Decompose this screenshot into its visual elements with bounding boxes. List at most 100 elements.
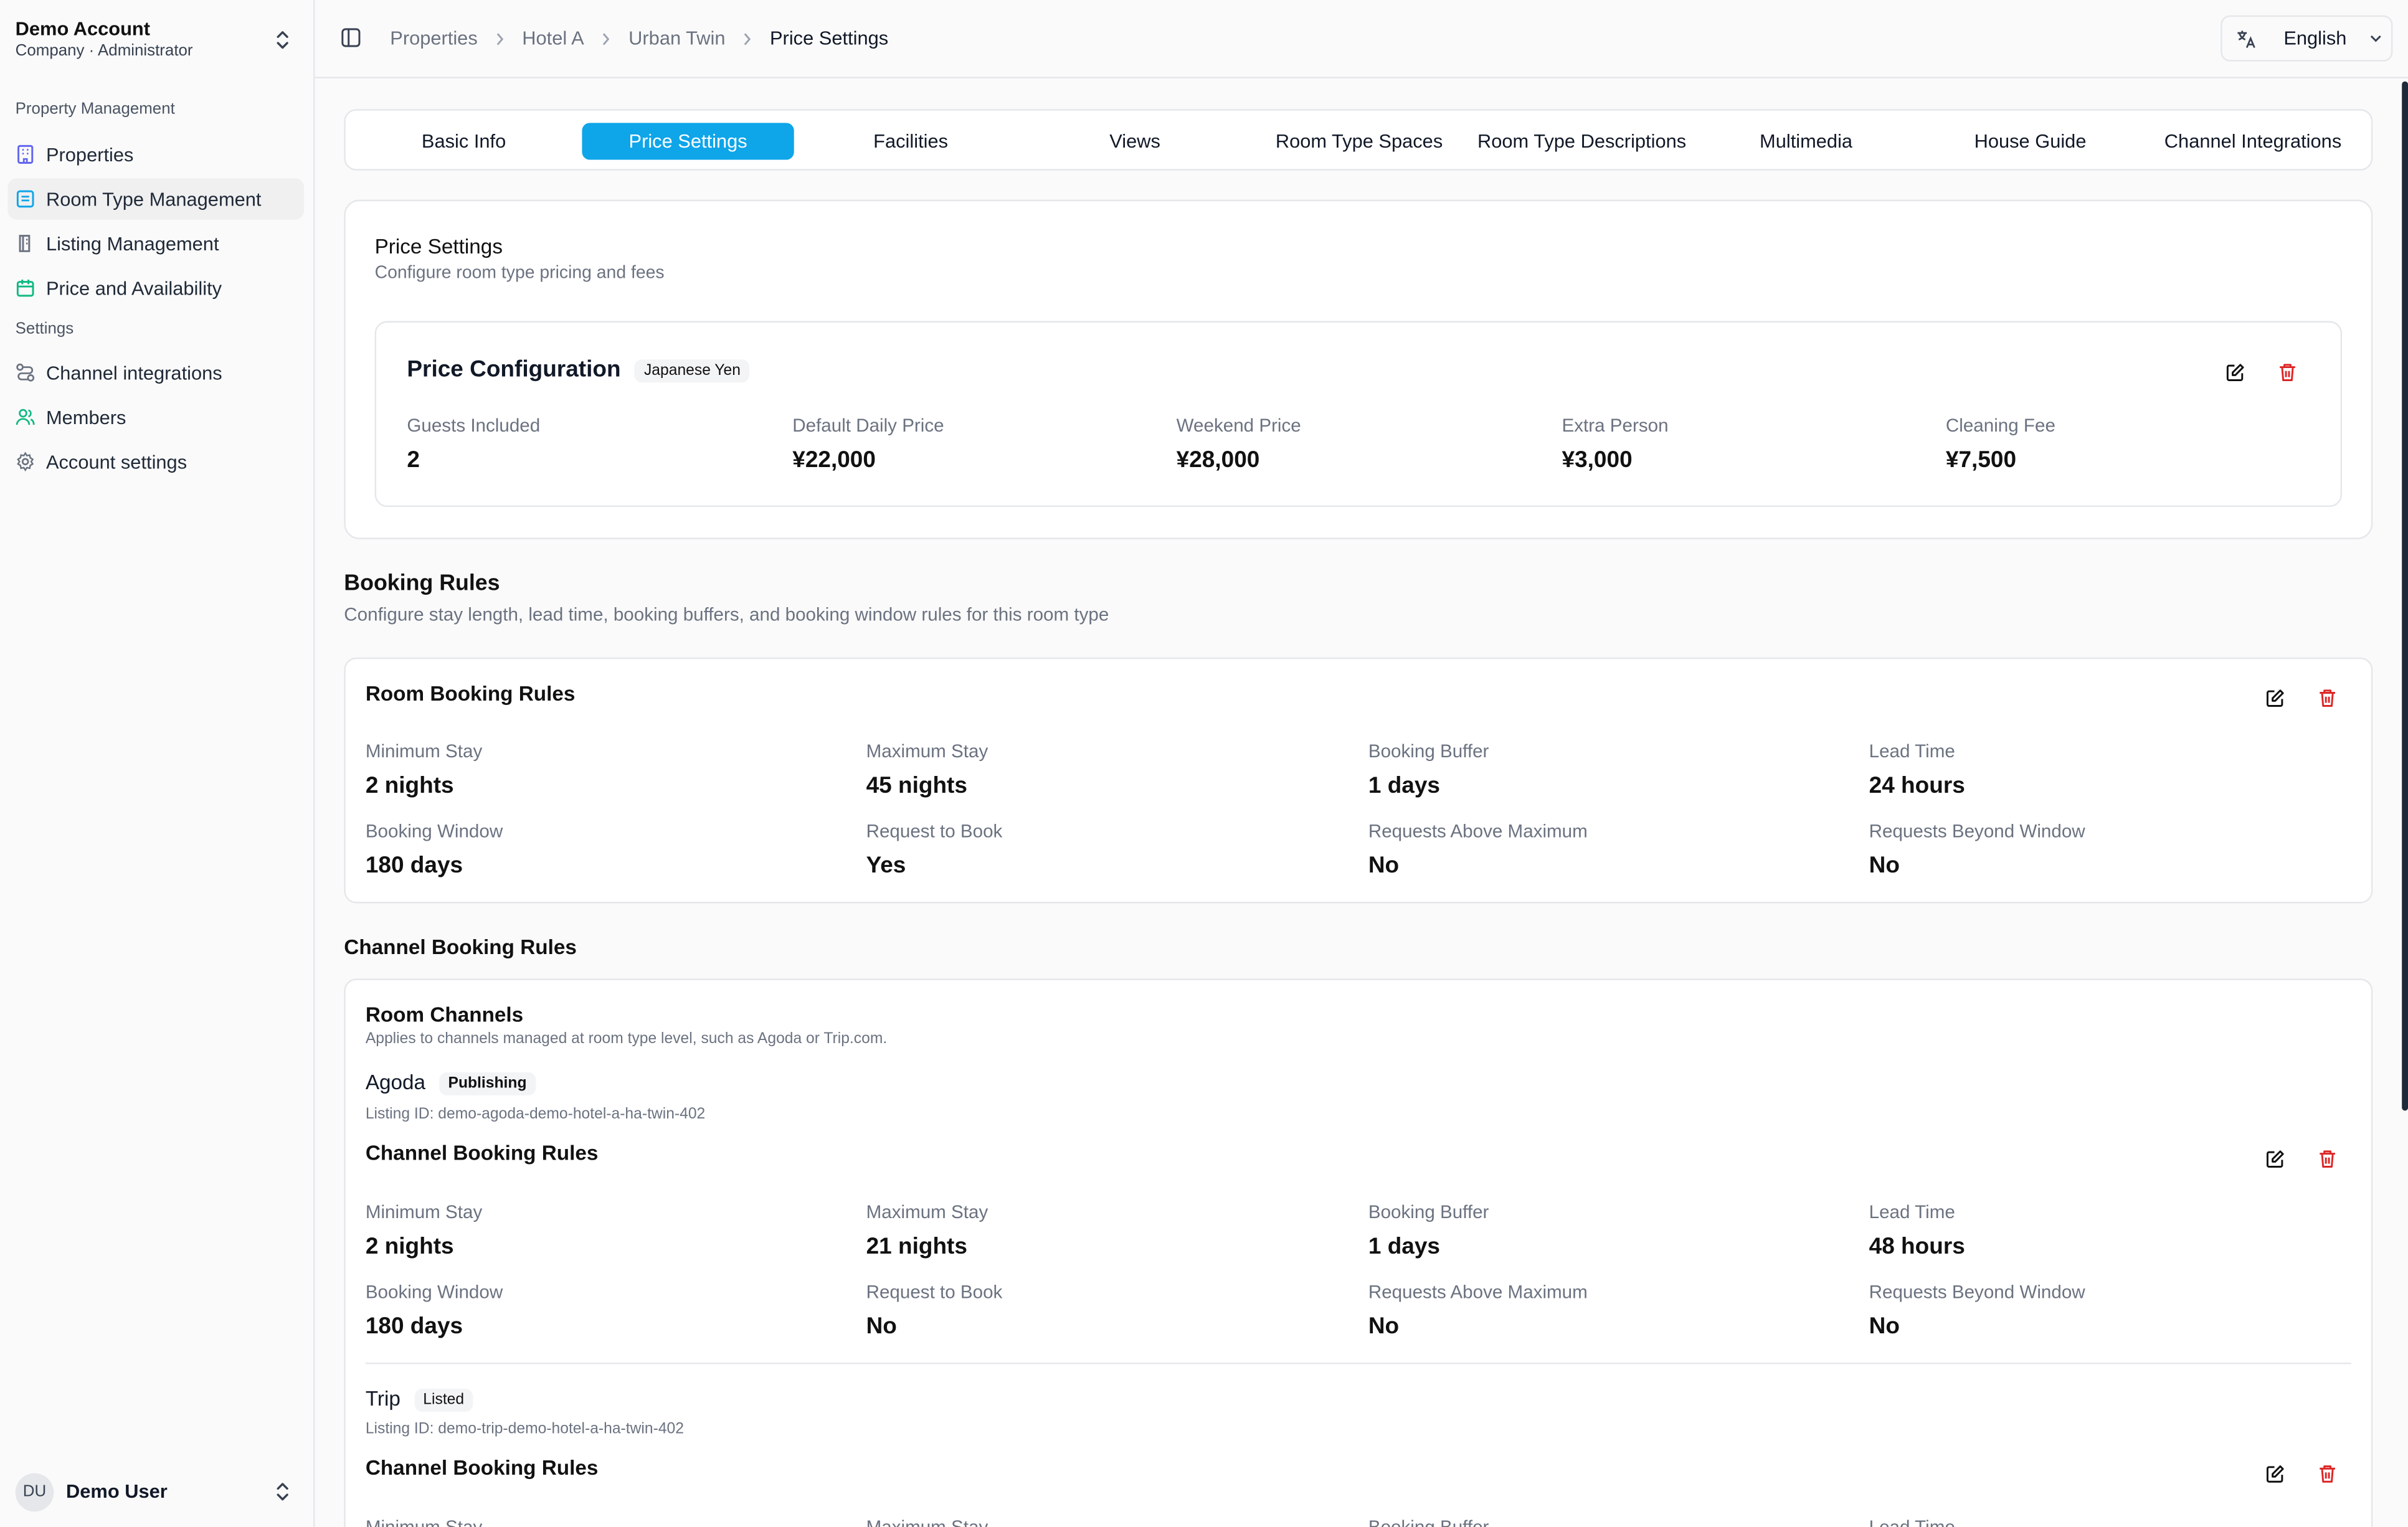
room-channels-card: Room Channels Applies to channels manage… (344, 978, 2373, 1527)
sidebar-item-price-availability[interactable]: Price and Availability (7, 267, 304, 309)
field-label: Requests Beyond Window (1869, 1281, 2085, 1303)
sidebar-item-label: Listing Management (45, 232, 219, 255)
hotel-icon (16, 190, 34, 208)
main-area: Properties Hotel A Urban Twin Price Sett… (315, 0, 2408, 1527)
config-title-text: Price Configuration (407, 356, 621, 383)
status-badge: Publishing (438, 1072, 536, 1095)
sidebar-item-label: Account settings (45, 451, 187, 473)
sidebar-item-label: Members (45, 406, 126, 428)
edit-icon[interactable] (2265, 1464, 2285, 1484)
scrollbar[interactable] (2402, 81, 2408, 1111)
field-label: Requests Above Maximum (1368, 1281, 1588, 1303)
sidebar: Demo Account Company · Administrator Pro… (0, 0, 315, 1527)
divider (365, 1363, 2351, 1364)
breadcrumb-item[interactable]: Properties (390, 27, 478, 49)
field-value: 180 days (365, 1313, 463, 1340)
field-label: Cleaning Fee (1945, 415, 2055, 437)
field-label: Minimum Stay (365, 740, 483, 762)
field-label: Booking Window (365, 820, 503, 842)
price-settings-subtitle: Configure room type pricing and fees (374, 264, 665, 283)
field-value: Yes (866, 853, 906, 879)
field-value: 1 days (1368, 772, 1441, 799)
sidebar-item-channel-integrations[interactable]: Channel integrations (7, 352, 304, 394)
section-label-settings: Settings (15, 319, 74, 338)
field-value: ¥7,500 (1945, 447, 2017, 473)
field-label: Booking Window (365, 1281, 503, 1303)
trash-icon[interactable] (2318, 1464, 2338, 1484)
field-label: Maximum Stay (866, 1516, 988, 1527)
breadcrumb-item[interactable]: Urban Twin (628, 27, 725, 49)
field-label: Weekend Price (1176, 415, 1301, 437)
listing-id: Listing ID: demo-agoda-demo-hotel-a-ha-t… (365, 1106, 706, 1123)
field-value: No (1869, 853, 1900, 879)
field-label: Lead Time (1869, 1516, 1955, 1527)
price-settings-title: Price Settings (374, 235, 503, 258)
field-value: No (1368, 853, 1400, 879)
tab-basic-info[interactable]: Basic Info (358, 123, 569, 159)
field-label: Lead Time (1869, 740, 1955, 762)
avatar: DU (15, 1472, 54, 1511)
tab-facilities[interactable]: Facilities (805, 123, 1017, 159)
tab-room-type-spaces[interactable]: Room Type Spaces (1253, 123, 1465, 159)
tab-channel-integrations[interactable]: Channel Integrations (2147, 123, 2359, 159)
language-value: English (2283, 27, 2347, 49)
chevron-right-icon (603, 32, 610, 45)
chevron-down-icon (2370, 35, 2381, 42)
field-value: No (1368, 1313, 1400, 1340)
channel-booking-rules-title: Channel Booking Rules (344, 935, 577, 959)
panel-left-icon[interactable] (341, 27, 361, 47)
field-value: No (1869, 1313, 1900, 1340)
tab-bar: Basic Info Price Settings Facilities Vie… (344, 109, 2373, 171)
field-value: 2 (407, 447, 420, 473)
account-switcher[interactable]: Demo Account Company · Administrator (16, 17, 300, 63)
field-label: Request to Book (866, 1281, 1003, 1303)
field-value: 21 nights (866, 1233, 967, 1260)
listing-id: Listing ID: demo-trip-demo-hotel-a-ha-tw… (365, 1421, 684, 1438)
edit-icon[interactable] (2265, 1149, 2285, 1169)
sidebar-item-label: Properties (45, 143, 134, 166)
sidebar-item-listing-management[interactable]: Listing Management (7, 223, 304, 265)
edit-icon[interactable] (2265, 688, 2285, 708)
trash-icon[interactable] (2277, 362, 2297, 382)
sidebar-item-properties[interactable]: Properties (7, 134, 304, 176)
channel-name: Trip (365, 1387, 401, 1411)
edit-icon[interactable] (2226, 362, 2245, 382)
breadcrumb-current: Price Settings (769, 27, 889, 49)
field-label: Request to Book (866, 820, 1003, 842)
status-badge: Listed (414, 1388, 473, 1412)
listing-icon (19, 235, 31, 252)
tab-house-guide[interactable]: House Guide (1924, 123, 2136, 159)
sidebar-item-room-type-management[interactable]: Room Type Management (7, 178, 305, 220)
user-menu[interactable]: DU Demo User (15, 1472, 300, 1511)
field-value: 45 nights (866, 772, 967, 799)
trash-icon[interactable] (2318, 1149, 2338, 1169)
field-label: Maximum Stay (866, 1201, 988, 1223)
section-label-property: Property Management (15, 100, 175, 118)
booking-rules-title: Booking Rules (344, 571, 500, 597)
language-select[interactable]: English (2221, 15, 2393, 62)
channel-name: Agoda (365, 1071, 426, 1094)
sidebar-item-account-settings[interactable]: Account settings (7, 441, 304, 483)
trash-icon[interactable] (2318, 688, 2338, 708)
translate-icon (2237, 30, 2255, 47)
channel-header-trip: Trip Listed (366, 1388, 473, 1412)
account-role: Company · Administrator (15, 41, 193, 60)
chevron-right-icon (496, 32, 504, 45)
tab-views[interactable]: Views (1029, 123, 1241, 159)
breadcrumb-item[interactable]: Hotel A (522, 27, 584, 49)
chevrons-up-down-icon (277, 31, 288, 49)
tab-multimedia[interactable]: Multimedia (1700, 123, 1912, 159)
tab-price-settings[interactable]: Price Settings (582, 123, 794, 160)
field-label: Booking Buffer (1368, 1516, 1489, 1527)
chevron-right-icon (744, 32, 751, 45)
field-value: 1 days (1368, 1233, 1441, 1260)
sidebar-item-label: Room Type Management (45, 188, 262, 210)
tab-room-type-descriptions[interactable]: Room Type Descriptions (1476, 123, 1687, 159)
user-name: Demo User (66, 1480, 168, 1503)
top-bar: Properties Hotel A Urban Twin Price Sett… (315, 0, 2408, 78)
sidebar-item-members[interactable]: Members (7, 396, 304, 438)
field-label: Lead Time (1869, 1201, 1955, 1223)
field-value: ¥3,000 (1562, 447, 1633, 473)
channel-header-agoda: Agoda Publishing (366, 1071, 536, 1095)
field-value: No (866, 1313, 897, 1340)
